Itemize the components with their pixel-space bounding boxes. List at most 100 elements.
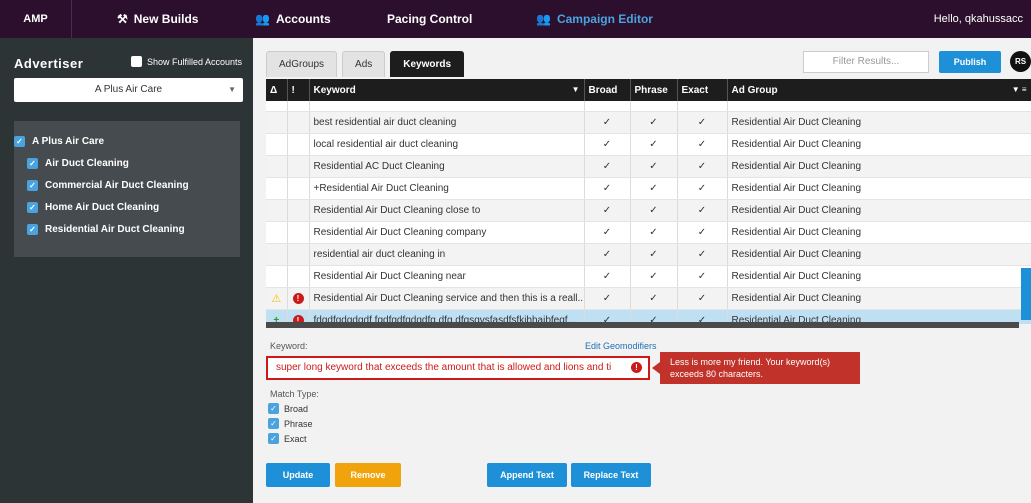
table-row[interactable]: ⚠! Residential Air Duct Cleaning service … — [266, 287, 1031, 310]
exact-check[interactable]: ✓ — [677, 221, 728, 244]
broad-check[interactable]: ✓ — [584, 243, 631, 266]
phrase-check[interactable]: ✓ — [630, 177, 678, 200]
broad-check[interactable]: ✓ — [584, 155, 631, 178]
match-exact-label: Exact — [284, 433, 307, 444]
exact-check[interactable]: ✓ — [677, 155, 728, 178]
table-header: Δ ! Keyword ▼ Broad Phrase Exact Ad Group… — [266, 79, 1031, 101]
table-scrollbar[interactable] — [1021, 268, 1031, 320]
phrase-check[interactable]: ✓ — [630, 221, 678, 244]
tab-adgroups[interactable]: AdGroups — [266, 51, 338, 77]
nav-new-builds[interactable]: ⚒ New Builds — [117, 0, 198, 38]
exact-check[interactable]: ✓ — [677, 177, 728, 200]
brand-logo[interactable]: AMP — [0, 0, 72, 38]
phrase-check[interactable]: ✓ — [630, 287, 678, 310]
tree-item-campaign[interactable]: ✓ Air Duct Cleaning — [14, 152, 240, 174]
keyword-cell: +Residential Air Duct Cleaning — [309, 177, 585, 200]
checkbox-checked-icon[interactable]: ✓ — [27, 223, 38, 235]
append-text-button[interactable]: Append Text — [487, 463, 567, 487]
tree-item-campaign[interactable]: ✓ Home Air Duct Cleaning — [14, 196, 240, 218]
publish-button[interactable]: Publish — [939, 51, 1001, 73]
keyword-cell: residential air duct cleaning in — [309, 243, 585, 266]
remove-button[interactable]: Remove — [335, 463, 401, 487]
show-fulfilled-toggle[interactable]: Show Fulfilled Accounts — [131, 56, 242, 67]
match-broad-label: Broad — [284, 403, 309, 414]
table-row[interactable]: Residential Air Duct Cleaning near ✓ ✓ ✓ Res… — [266, 265, 1031, 288]
tree-item-campaign[interactable]: ✓ Residential Air Duct Cleaning — [14, 218, 240, 240]
update-button[interactable]: Update — [266, 463, 330, 487]
table-row[interactable]: Residential Air Duct Cleaning close to ✓ ✓… — [266, 199, 1031, 222]
tree-item-account[interactable]: ✓ A Plus Air Care — [14, 130, 240, 152]
col-exact[interactable]: Exact — [677, 79, 728, 101]
phrase-check[interactable]: ✓ — [630, 265, 678, 288]
tab-keywords[interactable]: Keywords — [390, 51, 465, 77]
match-phrase-label: Phrase — [284, 418, 313, 429]
checkbox-checked-icon[interactable]: ✓ — [268, 403, 279, 414]
exact-check[interactable]: ✓ — [677, 199, 728, 222]
table-row[interactable]: best residential air duct cleaning ✓ ✓ ✓ Res… — [266, 111, 1031, 134]
checkbox-checked-icon[interactable]: ✓ — [27, 157, 38, 169]
chevron-down-icon[interactable]: ▼ — [572, 85, 580, 94]
replace-text-button[interactable]: Replace Text — [571, 463, 651, 487]
tree-item-campaign[interactable]: ✓ Commercial Air Duct Cleaning — [14, 174, 240, 196]
phrase-check[interactable]: ✓ — [630, 155, 678, 178]
checkbox-checked-icon[interactable]: ✓ — [268, 418, 279, 429]
phrase-check[interactable]: ✓ — [630, 199, 678, 222]
phrase-check[interactable]: ✓ — [630, 133, 678, 156]
exact-check[interactable]: ✓ — [677, 243, 728, 266]
broad-check[interactable]: ✓ — [584, 133, 631, 156]
table-row[interactable]: Residential AC Duct Cleaning ✓ ✓ ✓ Residenti… — [266, 155, 1031, 178]
keyword-input[interactable]: super long keyword that exceeds the amou… — [266, 356, 650, 380]
table-horizontal-scrollbar[interactable] — [266, 322, 1019, 328]
checkbox-checked-icon[interactable]: ✓ — [14, 135, 25, 147]
advertiser-select[interactable]: A Plus Air Care ▼ — [14, 78, 243, 102]
chevron-down-icon: ▼ — [228, 85, 236, 94]
checkbox-checked-icon[interactable]: ✓ — [268, 433, 279, 444]
exact-check[interactable]: ✓ — [677, 133, 728, 156]
table-row[interactable]: local residential air duct cleaning ✓ ✓ ✓ Re… — [266, 133, 1031, 156]
checkbox-checked-icon[interactable]: ✓ — [27, 201, 38, 213]
col-phrase[interactable]: Phrase — [630, 79, 678, 101]
match-exact[interactable]: ✓ Exact — [268, 433, 307, 444]
broad-check[interactable]: ✓ — [584, 265, 631, 288]
ad-group-cell: Residential Air Duct Cleaning — [727, 111, 1031, 134]
broad-check[interactable]: ✓ — [584, 199, 631, 222]
phrase-check[interactable]: ✓ — [630, 243, 678, 266]
broad-check[interactable]: ✓ — [584, 177, 631, 200]
match-broad[interactable]: ✓ Broad — [268, 403, 308, 414]
col-ad-group[interactable]: Ad Group ▼ ≡ — [727, 79, 1031, 101]
table-row[interactable]: +Residential Air Duct Cleaning ✓ ✓ ✓ Residen… — [266, 177, 1031, 200]
keyword-editor-panel: AdGroups Ads Keywords Filter Results... … — [253, 38, 1031, 503]
col-keyword[interactable]: Keyword ▼ — [309, 79, 585, 101]
col-alert[interactable]: ! — [287, 79, 310, 101]
ad-group-cell: Residential Air Duct Cleaning — [727, 155, 1031, 178]
filter-input[interactable]: Filter Results... — [803, 51, 929, 73]
error-icon: ! — [631, 362, 642, 373]
keyword-cell: Residential AC Duct Cleaning — [309, 155, 585, 178]
user-greeting[interactable]: Hello, qkahussacc — [934, 0, 1023, 38]
table-row[interactable]: residential air duct cleaning in ✓ ✓ ✓ Resid… — [266, 243, 1031, 266]
edit-geomodifiers-link[interactable]: Edit Geomodifiers — [585, 341, 657, 351]
error-tooltip: Less is more my friend. Your keyword(s) … — [652, 352, 860, 384]
table-row[interactable]: Residential Air Duct Cleaning company ✓ ✓ ✓… — [266, 221, 1031, 244]
exact-check[interactable]: ✓ — [677, 287, 728, 310]
exact-check[interactable]: ✓ — [677, 111, 728, 134]
checkbox-icon[interactable] — [131, 56, 142, 67]
tab-ads[interactable]: Ads — [342, 51, 386, 77]
phrase-check[interactable]: ✓ — [630, 111, 678, 134]
checkbox-checked-icon[interactable]: ✓ — [27, 179, 38, 191]
broad-check[interactable]: ✓ — [584, 287, 631, 310]
col-delta[interactable]: Δ — [266, 79, 288, 101]
show-fulfilled-label: Show Fulfilled Accounts — [147, 56, 243, 67]
broad-check[interactable]: ✓ — [584, 111, 631, 134]
broad-check[interactable]: ✓ — [584, 221, 631, 244]
nav-accounts[interactable]: 👥 Accounts — [255, 0, 331, 38]
avatar[interactable]: RS — [1010, 51, 1031, 72]
match-phrase[interactable]: ✓ Phrase — [268, 418, 313, 429]
users-icon: 👥 — [536, 12, 551, 26]
nav-campaign-editor[interactable]: 👥 Campaign Editor — [536, 0, 653, 38]
exact-check[interactable]: ✓ — [677, 265, 728, 288]
nav-new-builds-label: New Builds — [133, 12, 199, 26]
menu-icon[interactable]: ▼ ≡ — [1012, 85, 1027, 94]
col-broad[interactable]: Broad — [584, 79, 631, 101]
nav-pacing-control[interactable]: Pacing Control — [387, 0, 472, 38]
